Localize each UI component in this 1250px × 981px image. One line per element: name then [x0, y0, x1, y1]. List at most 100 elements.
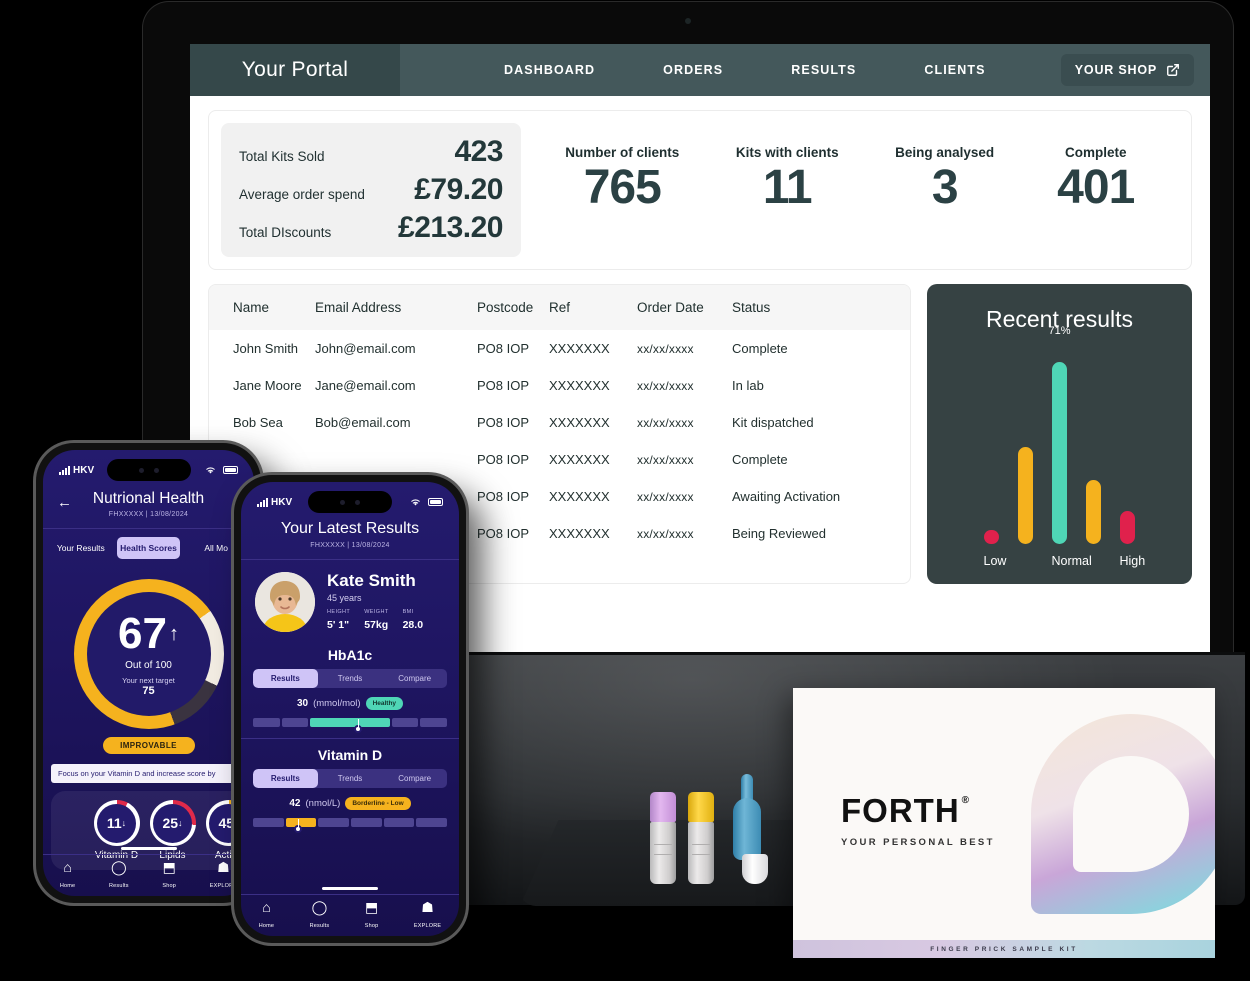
results-icon: ◯: [311, 898, 328, 915]
kpi-label: Kits with clients: [735, 145, 839, 160]
table-cell: xx/xx/xxxx: [637, 341, 694, 356]
your-shop-button[interactable]: YOUR SHOP: [1060, 54, 1194, 86]
chart-bar-column: [984, 339, 1000, 544]
seg-compare[interactable]: Compare: [382, 769, 447, 788]
profile-name: Kate Smith: [327, 571, 416, 590]
results-icon: ◯: [111, 858, 127, 875]
table-cell: John@email.com: [315, 341, 416, 356]
nav-orders[interactable]: ORDERS: [629, 63, 757, 77]
biomarker-value: 30: [296, 697, 309, 709]
biomarker-name: Vitamin D: [317, 746, 383, 763]
gauge-score-row: 67 ↑: [118, 611, 179, 656]
profile-age: 45 years: [327, 592, 362, 603]
kpi-value: 401: [1057, 161, 1135, 214]
forth-brand-text: FORTH: [841, 792, 960, 829]
chart-bar: [1018, 446, 1033, 544]
phone-front: HKV Your Latest Results FHXXXXX | 13/08/…: [234, 475, 466, 943]
mini-lipids[interactable]: 25 ↓ Lipids: [149, 800, 196, 861]
money-row: Total DIscounts £213.20: [239, 213, 503, 243]
nav-clients[interactable]: CLIENTS: [890, 63, 1019, 77]
vial-tube: [688, 822, 714, 884]
portal-header: Your Portal DASHBOARD ORDERS RESULTS CLI…: [190, 44, 1210, 96]
money-row: Average order spend £79.20: [239, 175, 503, 205]
nav-item-label: EXPLORE: [413, 922, 442, 929]
col-ref[interactable]: Ref: [549, 285, 637, 330]
gauge-out-of: Out of 100: [125, 659, 172, 671]
seg-results[interactable]: Results: [253, 668, 318, 688]
col-email[interactable]: Email Address: [315, 285, 477, 330]
battery-icon: [428, 498, 443, 506]
seg-compare[interactable]: Compare: [382, 669, 447, 688]
table-row[interactable]: PO8 IOP XXXXXXX xx/xx/xxxx Complete: [209, 441, 910, 478]
phone-left-tabs: Your Results Health Scores All Mo: [43, 528, 254, 567]
status-badge-improvable: IMPROVABLE: [102, 737, 195, 754]
nav-item-results[interactable]: ◯ Results: [310, 900, 330, 932]
nav-item-label: Shop: [364, 922, 379, 929]
seg-trends[interactable]: Trends: [318, 769, 383, 788]
wifi-icon: [411, 499, 420, 506]
col-status[interactable]: Status: [732, 285, 910, 330]
col-order-date[interactable]: Order Date: [637, 285, 732, 330]
range-seg: [391, 717, 419, 727]
seg-trends[interactable]: Trends: [318, 669, 383, 688]
table-cell: XXXXXXX: [549, 378, 610, 393]
stats-card: Total Kits Sold 423 Average order spend …: [208, 110, 1192, 270]
biomarker-range-track: [253, 717, 448, 733]
col-postcode[interactable]: Postcode: [477, 285, 549, 330]
kpi-complete: Complete 401: [1051, 145, 1141, 215]
lancet-tip: [742, 854, 768, 884]
home-indicator: [322, 887, 378, 890]
biomarker-unit: (nmol/L): [305, 797, 341, 809]
nav-results[interactable]: RESULTS: [757, 63, 890, 77]
biomarker-unit: (mmol/mol): [313, 697, 361, 709]
kpi-label: Complete: [1064, 145, 1127, 160]
mini-vitamin-d[interactable]: 11 ↓ Vitamin D: [93, 800, 140, 861]
nav-dashboard[interactable]: DASHBOARD: [470, 63, 629, 77]
seg-results[interactable]: Results: [253, 768, 318, 788]
table-row[interactable]: Bob Sea Bob@email.com PO8 IOP XXXXXXX xx/xx/…: [209, 404, 910, 441]
nav-item-home[interactable]: ⌂ Home: [60, 860, 75, 892]
phone-front-screen: HKV Your Latest Results FHXXXXX | 13/08/…: [241, 482, 459, 936]
tab-your-results[interactable]: Your Results: [49, 537, 113, 559]
nav-item-home[interactable]: ⌂ Home: [259, 900, 274, 932]
range-seg-healthy: [310, 717, 390, 727]
range-seg: [253, 717, 280, 727]
table-cell: Complete: [732, 452, 788, 467]
table-cell: XXXXXXX: [549, 526, 610, 541]
metric-value: 28.0: [402, 618, 424, 631]
mini-value: 45: [218, 815, 235, 831]
kpi-label: Being analysed: [895, 145, 995, 160]
back-arrow-icon[interactable]: ←: [57, 494, 72, 511]
status-icons: [204, 465, 238, 475]
forth-logo: FORTH ® YOUR PERSONAL BEST: [841, 792, 995, 848]
total-kits-sold-label: Total Kits Sold: [239, 149, 325, 164]
gauge-next-target-value: 75: [142, 684, 155, 697]
carrier-label: HKV: [73, 464, 95, 476]
col-name[interactable]: Name: [209, 285, 315, 330]
range-seg-borderline: [285, 817, 317, 827]
nav-item-explore[interactable]: ☗ EXPLORE: [414, 900, 441, 932]
lancet-device: [730, 774, 768, 884]
nav-item-label: Results: [309, 922, 330, 929]
profile-block: Kate Smith 45 years HEIGHT 5' 1" WEIGHT …: [241, 560, 459, 639]
explore-icon: ☗: [421, 898, 434, 915]
forth-trademark: ®: [961, 795, 971, 806]
table-row[interactable]: Jane Moore Jane@email.com PO8 IOP XXXXXXX xx…: [209, 367, 910, 404]
biomarker-segmented-control: Results Trends Compare: [253, 768, 447, 788]
phone-left-title: Nutrional Health: [92, 490, 205, 507]
table-cell: PO8 IOP: [477, 378, 530, 393]
table-row[interactable]: John Smith John@email.com PO8 IOP XXXXXXX xx…: [209, 330, 910, 367]
table-cell: XXXXXXX: [549, 415, 610, 430]
table-cell: [315, 441, 477, 478]
nav-item-shop[interactable]: ⬒ Shop: [365, 900, 379, 932]
nav-item-shop[interactable]: ⬒ Shop: [162, 860, 176, 892]
battery-icon: [223, 466, 238, 474]
phone-front-subtitle: FHXXXXX | 13/08/2024: [310, 542, 390, 549]
nav-item-results[interactable]: ◯ Results: [109, 860, 129, 892]
table-cell: XXXXXXX: [549, 452, 610, 467]
table-cell: xx/xx/xxxx: [637, 452, 694, 467]
biomarker-tag: Borderline - Low: [345, 796, 411, 810]
average-order-spend-label: Average order spend: [239, 187, 365, 202]
tab-health-scores[interactable]: Health Scores: [116, 537, 181, 559]
kpi-value: 3: [931, 161, 959, 214]
